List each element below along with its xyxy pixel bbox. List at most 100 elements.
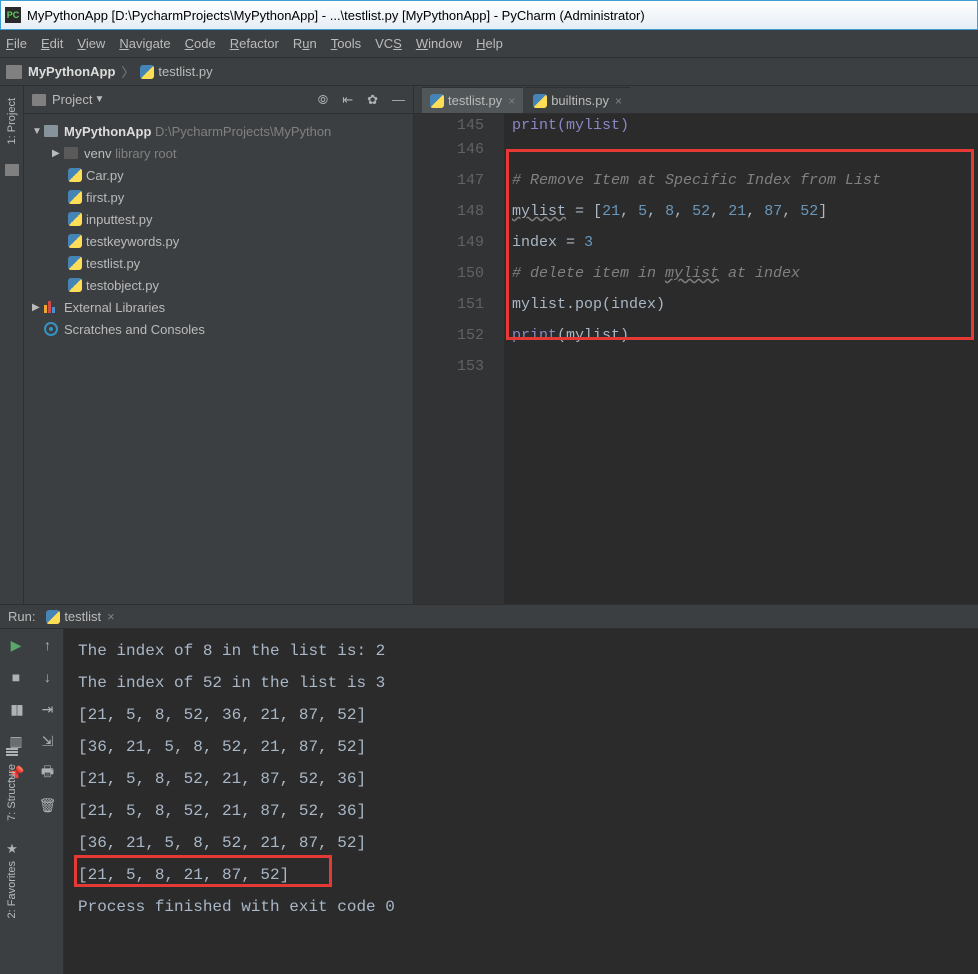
target-icon[interactable]: ⦾ [318, 92, 328, 108]
console-line: Process finished with exit code 0 [78, 891, 964, 923]
breadcrumb-project[interactable]: MyPythonApp [28, 64, 115, 79]
code-line[interactable]: print(mylist) [512, 320, 970, 351]
tree-scratches[interactable]: Scratches and Consoles [28, 318, 409, 340]
structure-icon[interactable] [6, 748, 18, 760]
console-line: The index of 8 in the list is: 2 [78, 635, 964, 667]
collapse-icon[interactable]: ⇤ [342, 92, 353, 108]
run-config-name: testlist [64, 609, 101, 624]
external-libs-label: External Libraries [64, 300, 165, 315]
tree-venv[interactable]: ▶ venv library root [28, 142, 409, 164]
expand-icon[interactable]: ▶ [32, 302, 44, 313]
project-root-label: MyPythonApp [64, 124, 151, 139]
python-file-icon [533, 94, 547, 108]
left-tool-strip: 1: Project [0, 86, 24, 604]
tree-file[interactable]: inputtest.py [28, 208, 409, 230]
python-file-icon [68, 212, 82, 226]
stop-icon[interactable]: ■ [8, 669, 24, 685]
python-file-icon [68, 278, 82, 292]
trash-icon[interactable]: 🗑 [40, 797, 56, 813]
tree-file[interactable]: testlist.py [28, 252, 409, 274]
project-panel-header: Project ▼ ⦾ ⇤ ✿ — [24, 86, 413, 114]
editor-area: testlist.py×builtins.py× 145 14614714814… [414, 86, 978, 604]
editor-tab[interactable]: testlist.py× [422, 87, 523, 113]
code-line[interactable] [512, 134, 970, 165]
menu-view[interactable]: View [77, 36, 105, 51]
favorites-tool-button[interactable]: 2: Favorites [6, 861, 18, 918]
expand-icon[interactable]: ▶ [52, 148, 64, 159]
dropdown-icon[interactable]: ▼ [94, 94, 104, 105]
menu-edit[interactable]: Edit [41, 36, 63, 51]
menu-tools[interactable]: Tools [331, 36, 361, 51]
code-line[interactable]: mylist.pop(index) [512, 289, 970, 320]
line-gutter: 145 146147148149150151152153 [414, 114, 504, 604]
console-line: The index of 52 in the list is 3 [78, 667, 964, 699]
tree-external-libs[interactable]: ▶ External Libraries [28, 296, 409, 318]
tree-file[interactable]: testobject.py [28, 274, 409, 296]
menu-help[interactable]: Help [476, 36, 503, 51]
app-icon: PC [5, 7, 21, 23]
python-file-icon [68, 256, 82, 270]
code-line[interactable]: # Remove Item at Specific Index from Lis… [512, 165, 970, 196]
line-number: 150 [422, 258, 484, 289]
tree-file[interactable]: testkeywords.py [28, 230, 409, 252]
down-icon[interactable]: ↓ [40, 669, 56, 685]
menu-code[interactable]: Code [185, 36, 216, 51]
venv-label: venv [84, 146, 111, 161]
code-line[interactable]: mylist = [21, 5, 8, 52, 21, 87, 52] [512, 196, 970, 227]
wrap-icon[interactable]: ⇥ [40, 701, 56, 717]
line-number: 148 [422, 196, 484, 227]
editor-tab[interactable]: builtins.py× [525, 87, 630, 113]
close-icon[interactable]: × [107, 609, 115, 624]
hide-icon[interactable]: — [392, 92, 405, 108]
venv-meta: library root [115, 146, 176, 161]
menu-file[interactable]: File [6, 36, 27, 51]
code-line[interactable]: # delete item in mylist at index [512, 258, 970, 289]
console-line: [36, 21, 5, 8, 52, 21, 87, 52] [78, 731, 964, 763]
window-titlebar: PC MyPythonApp [D:\PycharmProjects\MyPyt… [0, 0, 978, 30]
code-content[interactable]: print(mylist) # Remove Item at Specific … [504, 114, 978, 604]
editor-tabs: testlist.py×builtins.py× [414, 86, 978, 114]
folder-icon [64, 147, 78, 159]
console-line: [21, 5, 8, 52, 21, 87, 52, 36] [78, 795, 964, 827]
window-title: MyPythonApp [D:\PycharmProjects\MyPython… [27, 8, 645, 23]
project-tool-button[interactable]: 1: Project [6, 98, 18, 144]
editor-body[interactable]: 145 146147148149150151152153 print(mylis… [414, 114, 978, 604]
tree-project-root[interactable]: ▼ MyPythonApp D:\PycharmProjects\MyPytho… [28, 120, 409, 142]
up-icon[interactable]: ↑ [40, 637, 56, 653]
menu-run[interactable]: Run [293, 36, 317, 51]
code-partial: print(mylist) [512, 117, 629, 134]
gear-icon[interactable]: ✿ [367, 92, 378, 108]
rerun-icon[interactable]: ▶ [8, 637, 24, 653]
line-number: 153 [422, 351, 484, 382]
scroll-icon[interactable]: ⇲ [40, 733, 56, 749]
line-number: 151 [422, 289, 484, 320]
run-panel: Run: testlist × ▶ ■ ▮▮ ▥ 📌 ↑ ↓ ⇥ ⇲ 🖶 🗑 T… [0, 604, 978, 974]
breadcrumb-separator-icon: 〉 [121, 62, 134, 81]
tree-file[interactable]: Car.py [28, 164, 409, 186]
close-icon[interactable]: × [508, 94, 515, 108]
file-label: Car.py [86, 168, 124, 183]
run-panel-header: Run: testlist × [0, 605, 978, 629]
library-icon [44, 301, 58, 313]
code-line[interactable] [512, 351, 970, 382]
console-output[interactable]: The index of 8 in the list is: 2The inde… [64, 629, 978, 974]
menu-vcs[interactable]: VCS [375, 36, 402, 51]
menu-refactor[interactable]: Refactor [230, 36, 279, 51]
file-label: testlist.py [86, 256, 140, 271]
menu-navigate[interactable]: Navigate [119, 36, 170, 51]
python-file-icon [68, 190, 82, 204]
star-icon[interactable]: ★ [6, 841, 18, 857]
structure-tool-button[interactable]: 7: Structure [6, 764, 18, 821]
project-tree[interactable]: ▼ MyPythonApp D:\PycharmProjects\MyPytho… [24, 114, 413, 346]
menu-window[interactable]: Window [416, 36, 462, 51]
print-icon[interactable]: 🖶 [40, 765, 56, 781]
expand-icon[interactable]: ▼ [32, 126, 44, 137]
breadcrumb-file[interactable]: testlist.py [158, 64, 212, 79]
code-line[interactable]: index = 3 [512, 227, 970, 258]
console-line: [21, 5, 8, 52, 21, 87, 52, 36] [78, 763, 964, 795]
scratches-icon [44, 322, 58, 336]
folder-icon[interactable] [5, 164, 19, 176]
tree-file[interactable]: first.py [28, 186, 409, 208]
python-file-icon [46, 610, 60, 624]
close-icon[interactable]: × [615, 94, 622, 108]
